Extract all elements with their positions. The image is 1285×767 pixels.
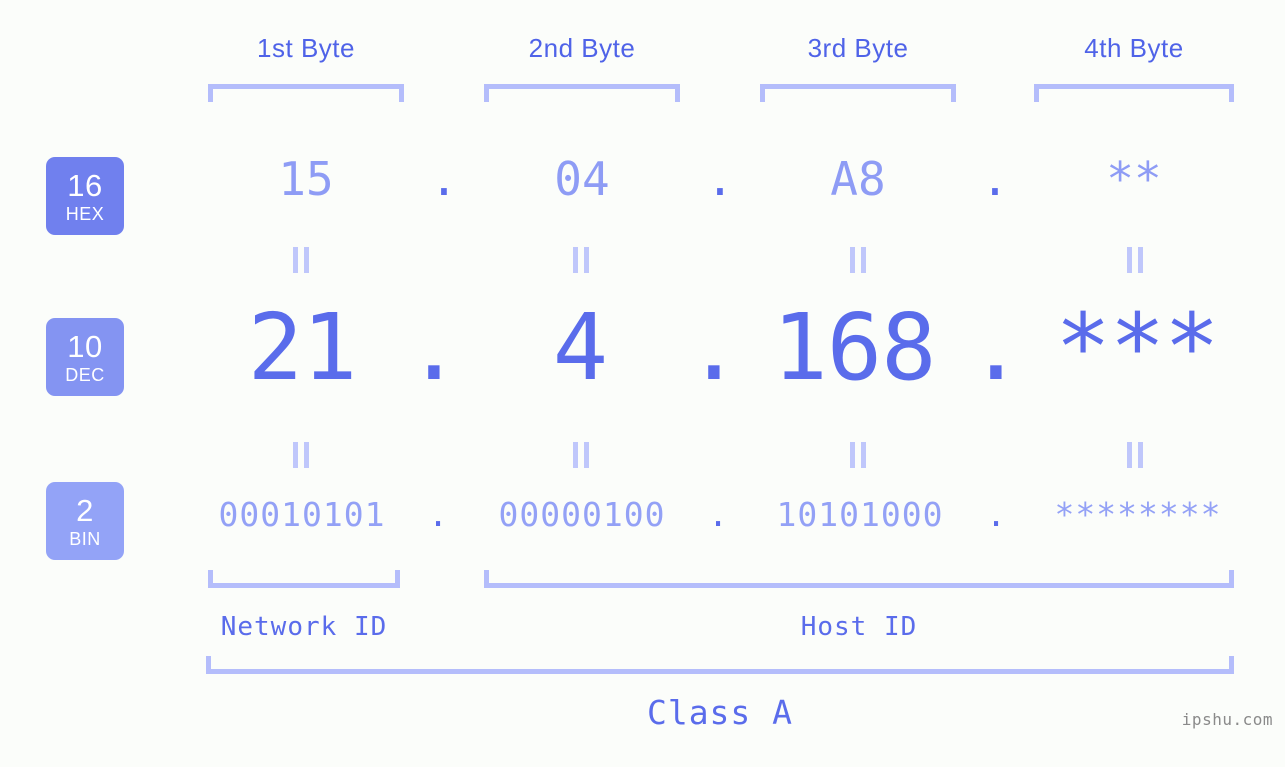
byte-bracket-2 <box>484 84 680 102</box>
host-id-bracket <box>484 570 1234 588</box>
byte-bracket-4 <box>1034 84 1234 102</box>
radix-badge-dec-number: 10 <box>67 328 103 364</box>
host-id-label: Host ID <box>800 612 918 642</box>
bin-octet-1: 00010101 <box>218 495 386 534</box>
dec-separator-3: . <box>968 294 1024 401</box>
equals-marker-dec-bin-3 <box>849 442 867 468</box>
site-watermark: ipshu.com <box>1181 710 1273 729</box>
radix-badge-dec: 10 DEC <box>46 318 124 396</box>
radix-badge-bin: 2 BIN <box>46 482 124 560</box>
byte-label-1: 1st Byte <box>257 33 355 63</box>
hex-octet-3: A8 <box>830 152 886 206</box>
byte-bracket-1 <box>208 84 404 102</box>
hex-separator-3: . <box>981 152 1009 206</box>
dec-octet-2: 4 <box>552 294 608 401</box>
radix-badge-bin-name: BIN <box>69 528 101 549</box>
hex-octet-1: 15 <box>278 152 334 206</box>
class-label: Class A <box>646 693 794 732</box>
dec-octet-3: 168 <box>772 294 936 401</box>
dec-separator-2: . <box>686 294 742 401</box>
byte-label-3: 3rd Byte <box>807 33 909 63</box>
network-id-label: Network ID <box>220 612 388 642</box>
equals-marker-hex-dec-3 <box>849 247 867 273</box>
radix-badge-hex: 16 HEX <box>46 157 124 235</box>
ip-address-breakdown-diagram: 1st Byte 2nd Byte 3rd Byte 4th Byte 16 H… <box>0 0 1285 767</box>
bin-separator-2: . <box>708 495 728 534</box>
hex-octet-4: ** <box>1106 152 1162 206</box>
equals-marker-hex-dec-4 <box>1126 247 1144 273</box>
class-bracket <box>206 656 1234 674</box>
bin-octet-2: 00000100 <box>498 495 666 534</box>
hex-separator-1: . <box>430 152 458 206</box>
bin-separator-3: . <box>986 495 1006 534</box>
hex-octet-2: 04 <box>554 152 610 206</box>
equals-marker-dec-bin-2 <box>572 442 590 468</box>
dec-separator-1: . <box>406 294 462 401</box>
dec-octet-1: 21 <box>247 294 358 401</box>
byte-label-2: 2nd Byte <box>528 33 636 63</box>
hex-separator-2: . <box>706 152 734 206</box>
radix-badge-dec-name: DEC <box>65 364 105 385</box>
equals-marker-dec-bin-1 <box>292 442 310 468</box>
byte-bracket-3 <box>760 84 956 102</box>
radix-badge-bin-number: 2 <box>76 492 94 528</box>
dec-octet-4: *** <box>1055 294 1219 401</box>
byte-label-4: 4th Byte <box>1084 33 1184 63</box>
equals-marker-dec-bin-4 <box>1126 442 1144 468</box>
radix-badge-hex-name: HEX <box>65 203 105 224</box>
radix-badge-hex-number: 16 <box>67 167 103 203</box>
equals-marker-hex-dec-1 <box>292 247 310 273</box>
bin-octet-3: 10101000 <box>776 495 944 534</box>
bin-separator-1: . <box>428 495 448 534</box>
equals-marker-hex-dec-2 <box>572 247 590 273</box>
bin-octet-4: ******** <box>1054 495 1222 534</box>
network-id-bracket <box>208 570 400 588</box>
